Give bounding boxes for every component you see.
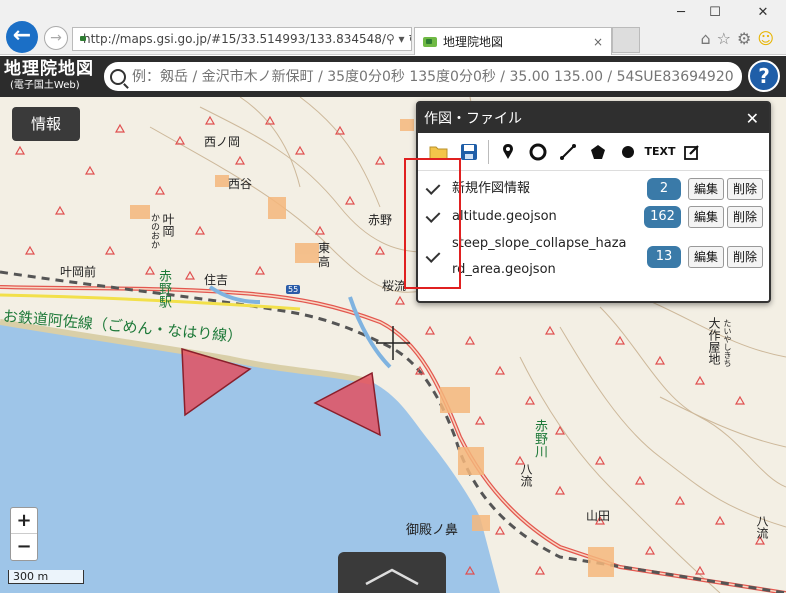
layer-name: 新規作図情報: [452, 181, 531, 196]
feedback-smile-icon[interactable]: ☺: [757, 29, 780, 48]
label-sakuranagare: 桜流: [382, 279, 407, 293]
drawing-toolbar: TEXT: [418, 133, 769, 171]
layer-edit-button[interactable]: 編集: [687, 178, 724, 200]
browser-tab[interactable]: 地理院地図 ×: [414, 27, 612, 55]
place-search-box[interactable]: [104, 62, 742, 91]
label-nishioka: 西ノ岡: [204, 135, 241, 149]
tab-favicon-icon: [423, 36, 437, 47]
text-tool-button[interactable]: TEXT: [643, 137, 677, 167]
address-url[interactable]: http://maps.gsi.go.jp/#15/33.514993/133.…: [83, 32, 386, 46]
zoom-out-button[interactable]: −: [11, 534, 37, 560]
label-daisaku: 大作屋地: [707, 317, 721, 365]
tab-title: 地理院地図: [443, 35, 504, 49]
home-icon[interactable]: ⌂: [700, 29, 716, 48]
line-icon[interactable]: [553, 137, 583, 167]
drawing-file-panel: 作図・ファイル ✕ TEXT 新規作図情報 2 編集 削除 altitude.g…: [416, 101, 771, 303]
chevron-up-icon: [365, 568, 419, 586]
layer-feature-count[interactable]: 13: [646, 246, 681, 268]
panel-close-icon[interactable]: ✕: [746, 109, 759, 128]
highlight-annotation-box: [404, 158, 461, 289]
browser-chrome: ─ ☐ ✕ ← → http://maps.gsi.go.jp/#15/33.5…: [0, 0, 786, 55]
new-tab-button[interactable]: [612, 27, 640, 53]
toolbar-divider: [488, 139, 489, 164]
close-window-button[interactable]: ✕: [748, 4, 778, 22]
label-mitono-hana: 御殿ノ鼻: [406, 523, 459, 538]
label-yamada: 山田: [586, 509, 611, 523]
label-akano: 赤野: [368, 213, 393, 227]
circle-icon[interactable]: [523, 137, 553, 167]
label-nishiguchi: 西谷: [228, 177, 253, 191]
label-sumiyoshi: 住吉: [204, 273, 229, 287]
info-button[interactable]: 情報: [12, 107, 80, 141]
dot-icon[interactable]: [613, 137, 643, 167]
layer-name-line-2: rd_area.geojson: [452, 262, 556, 277]
layer-list: 新規作図情報 2 編集 削除 altitude.geojson 162 編集 削…: [418, 171, 769, 283]
label-hachiryu: 八流: [755, 515, 769, 539]
route-shield: 55: [286, 285, 301, 294]
address-bar[interactable]: http://maps.gsi.go.jp/#15/33.514993/133.…: [72, 27, 412, 51]
label-akano-station: 赤野駅: [156, 269, 171, 308]
settings-gear-icon[interactable]: ⚙: [737, 29, 757, 48]
zoom-control: + −: [10, 507, 38, 561]
label-kanouka: 叶岡: [161, 213, 175, 237]
layer-row: altitude.geojson 162 編集 削除: [418, 203, 769, 231]
layer-name: altitude.geojson: [452, 209, 557, 224]
layer-edit-button[interactable]: 編集: [687, 246, 724, 268]
layer-row: steep_slope_collapse_haza rd_area.geojso…: [418, 231, 769, 283]
gsi-header: 地理院地図 (電子国土Web) ?: [0, 56, 786, 97]
label-daisaku-kana: たいやしきち: [723, 319, 732, 367]
polygon-icon[interactable]: [583, 137, 613, 167]
forward-button[interactable]: →: [44, 26, 68, 50]
layer-row: 新規作図情報 2 編集 削除: [418, 175, 769, 203]
layer-name: steep_slope_collapse_haza rd_area.geojso…: [452, 231, 647, 283]
river: [348, 296, 392, 369]
tab-close-icon[interactable]: ×: [593, 35, 603, 49]
panel-header: 作図・ファイル ✕: [418, 103, 769, 133]
layer-edit-button[interactable]: 編集: [687, 206, 724, 228]
search-icon: [110, 68, 126, 85]
help-button[interactable]: ?: [748, 60, 780, 92]
maximize-button[interactable]: ☐: [700, 4, 730, 22]
label-higashi-2: 高: [318, 255, 331, 269]
browser-tools: ⌂☆⚙☺: [700, 29, 780, 48]
logo-title: 地理院地図: [4, 59, 94, 79]
layer-feature-count[interactable]: 162: [644, 206, 681, 228]
favorites-star-icon[interactable]: ☆: [717, 29, 737, 48]
layer-feature-count[interactable]: 2: [646, 178, 681, 200]
label-ryu: 八流: [519, 463, 533, 487]
minimize-button[interactable]: ─: [666, 4, 696, 22]
footer-toggle-button[interactable]: [338, 552, 446, 593]
label-akano-river: 赤野川: [532, 419, 547, 458]
layer-delete-button[interactable]: 削除: [726, 246, 763, 268]
layer-delete-button[interactable]: 削除: [726, 178, 763, 200]
logo-subtitle: (電子国土Web): [10, 80, 80, 91]
zoom-in-button[interactable]: +: [11, 508, 37, 534]
gsi-logo[interactable]: 地理院地図 (電子国土Web): [4, 58, 94, 92]
place-search-input[interactable]: [132, 68, 742, 85]
address-search-refresh-icon[interactable]: ⚲ ▾ ↻: [386, 32, 411, 46]
scale-bar: 300 m: [8, 570, 84, 584]
panel-title: 作図・ファイル: [424, 111, 522, 127]
layer-delete-button[interactable]: 削除: [726, 206, 763, 228]
back-button[interactable]: ←: [6, 21, 38, 53]
label-kanoka-mae: 叶岡前: [60, 265, 97, 279]
edit-icon[interactable]: [677, 137, 707, 167]
layer-name-line-1: steep_slope_collapse_haza: [452, 236, 627, 251]
marker-icon[interactable]: [493, 137, 523, 167]
